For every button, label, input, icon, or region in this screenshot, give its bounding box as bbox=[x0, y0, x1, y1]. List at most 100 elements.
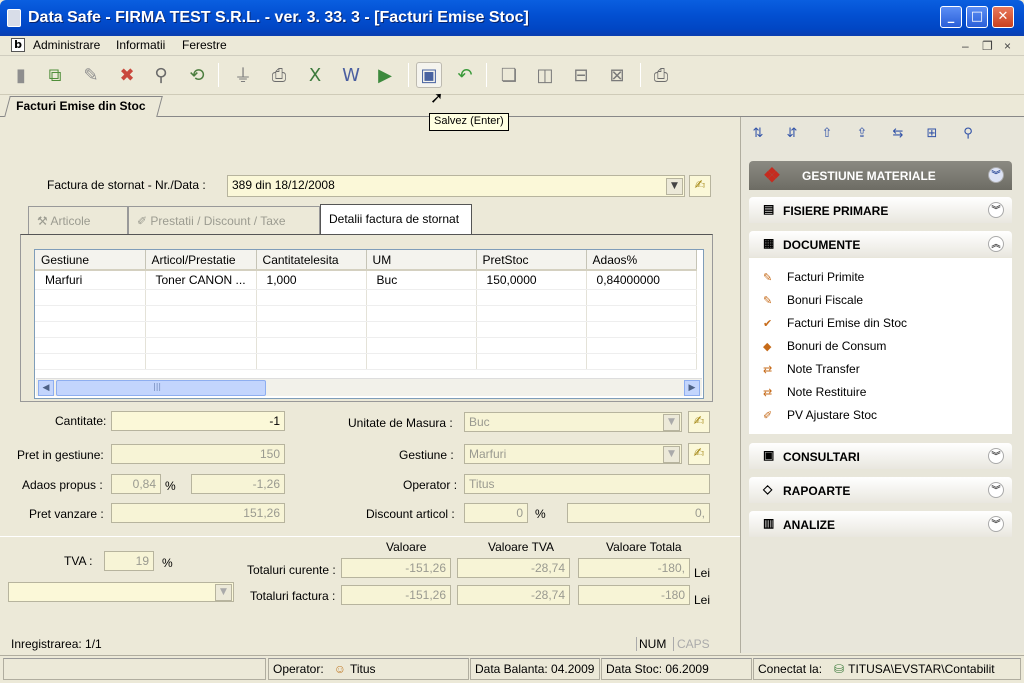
maximize-button[interactable]: □ bbox=[966, 6, 988, 28]
documente-item[interactable]: ⇄ Note Restituire bbox=[763, 385, 866, 399]
sort-asc-icon[interactable]: ⇅ bbox=[748, 126, 768, 146]
print-button[interactable]: ⎙ bbox=[266, 62, 292, 88]
table-cell[interactable] bbox=[366, 337, 477, 354]
mdi-close-button[interactable]: × bbox=[1004, 39, 1011, 53]
excel-button[interactable]: X bbox=[302, 62, 328, 88]
table-cell[interactable] bbox=[476, 289, 587, 306]
sort-desc-icon[interactable]: ⇵ bbox=[782, 126, 802, 146]
table-cell[interactable] bbox=[366, 321, 477, 338]
mdi-minimize-button[interactable]: – bbox=[962, 39, 969, 53]
expand-chevron-icon[interactable]: ︾ bbox=[988, 448, 1004, 464]
table-cell[interactable] bbox=[586, 337, 697, 354]
tab-detalii-factura[interactable]: Detalii factura de stornat bbox=[320, 204, 472, 235]
table-row[interactable] bbox=[35, 305, 697, 322]
table-cell[interactable]: 1,000 bbox=[256, 270, 367, 290]
pret-gestiune-field[interactable]: 150 bbox=[111, 444, 285, 464]
table-cell[interactable] bbox=[256, 353, 367, 370]
group-rapoarte[interactable]: ◇ RAPOARTE ︾ bbox=[749, 477, 1012, 503]
table-cell[interactable] bbox=[256, 305, 367, 322]
documente-item[interactable]: ✔ Facturi Emise din Stoc bbox=[763, 316, 907, 330]
word-button[interactable]: W bbox=[338, 62, 364, 88]
move-up-icon[interactable]: ⇪ bbox=[852, 126, 872, 146]
move-first-icon[interactable]: ⇧ bbox=[817, 126, 837, 146]
table-cell[interactable] bbox=[256, 337, 367, 354]
tva-type-select[interactable] bbox=[8, 582, 234, 602]
minimize-button[interactable]: _ bbox=[940, 6, 962, 28]
column-header[interactable]: Cantitatelesita bbox=[256, 250, 367, 271]
close-windows-button[interactable]: ⊠ bbox=[604, 62, 630, 88]
adaos-value-field[interactable]: -1,26 bbox=[191, 474, 285, 494]
discount-value-field[interactable]: 0, bbox=[567, 503, 710, 523]
new-button[interactable]: ▮ bbox=[8, 62, 34, 88]
table-cell[interactable] bbox=[586, 305, 697, 322]
gestiune-materiale-header[interactable]: ❖ GESTIUNE MATERIALE ︾ bbox=[749, 161, 1012, 190]
documente-item[interactable]: ✎ Facturi Primite bbox=[763, 270, 864, 284]
factura-valoare-field[interactable]: -151,26 bbox=[341, 585, 451, 605]
group-analize[interactable]: ▥ ANALIZE ︾ bbox=[749, 511, 1012, 537]
table-row[interactable] bbox=[35, 353, 697, 370]
table-cell[interactable] bbox=[145, 353, 257, 370]
scroll-left-icon[interactable]: ◀ bbox=[38, 380, 54, 396]
tva-type-dropdown-arrow-icon[interactable]: ▼ bbox=[215, 584, 232, 601]
documente-item[interactable]: ⇄ Note Transfer bbox=[763, 362, 860, 376]
column-header[interactable]: PretStoc bbox=[476, 250, 587, 271]
horizontal-scrollbar[interactable]: ◀ ||| ▶ bbox=[36, 378, 702, 396]
column-header[interactable]: UM bbox=[366, 250, 477, 271]
tva-field[interactable]: 19 bbox=[104, 551, 154, 571]
filter-button[interactable]: ⏚ bbox=[230, 62, 256, 88]
table-cell[interactable] bbox=[476, 337, 587, 354]
app-icon[interactable] bbox=[7, 9, 21, 27]
search-button[interactable]: ⚲ bbox=[148, 62, 174, 88]
table-cell[interactable] bbox=[256, 289, 367, 306]
table-cell[interactable] bbox=[35, 289, 146, 306]
menu-administrare[interactable]: Administrare bbox=[33, 38, 100, 52]
operator-field[interactable]: Titus bbox=[464, 474, 710, 494]
table-cell[interactable] bbox=[145, 337, 257, 354]
go-button[interactable]: ▶ bbox=[372, 62, 398, 88]
undo-button[interactable]: ↶ bbox=[452, 62, 478, 88]
table-cell[interactable] bbox=[35, 305, 146, 322]
group-consultari[interactable]: ▣ CONSULTARI ︾ bbox=[749, 443, 1012, 469]
collapse-header-icon[interactable]: ︾ bbox=[988, 167, 1004, 183]
table-cell[interactable] bbox=[35, 321, 146, 338]
table-cell[interactable] bbox=[35, 337, 146, 354]
group-documente[interactable]: ▦ DOCUMENTE ︽ bbox=[749, 231, 1012, 257]
expand-chevron-icon[interactable]: ︾ bbox=[988, 202, 1004, 218]
table-cell[interactable] bbox=[145, 289, 257, 306]
edit-button[interactable]: ✎ bbox=[78, 62, 104, 88]
table-cell[interactable]: Buc bbox=[366, 270, 477, 290]
documente-item[interactable]: ◆ Bonuri de Consum bbox=[763, 339, 886, 353]
curente-tva-field[interactable]: -28,74 bbox=[457, 558, 570, 578]
refresh-button[interactable]: ⟲ bbox=[184, 62, 210, 88]
tile-horizontal-button[interactable]: ⊟ bbox=[568, 62, 594, 88]
table-cell[interactable] bbox=[476, 305, 587, 322]
adaos-percent-field[interactable]: 0,84 bbox=[111, 474, 161, 494]
table-row[interactable] bbox=[35, 337, 697, 354]
collapse-chevron-icon[interactable]: ︽ bbox=[988, 236, 1004, 252]
cascade-button[interactable]: ❏ bbox=[496, 62, 522, 88]
table-cell[interactable]: 0,84000000 bbox=[586, 270, 697, 290]
factura-tva-field[interactable]: -28,74 bbox=[457, 585, 570, 605]
items-grid[interactable]: Gestiune Articol/Prestatie Cantitatelesita… bbox=[34, 249, 704, 399]
table-cell[interactable] bbox=[476, 353, 587, 370]
um-select[interactable]: Buc bbox=[464, 412, 682, 432]
factura-total-field[interactable]: -180 bbox=[578, 585, 690, 605]
curente-valoare-field[interactable]: -151,26 bbox=[341, 558, 451, 578]
tile-vertical-button[interactable]: ◫ bbox=[532, 62, 558, 88]
gestiune-picker-button[interactable]: ✍ bbox=[688, 443, 710, 465]
table-cell[interactable] bbox=[35, 353, 146, 370]
cantitate-field[interactable]: -1 bbox=[111, 411, 285, 431]
table-cell[interactable] bbox=[366, 353, 477, 370]
tab-facturi-emise[interactable]: Facturi Emise din Stoc bbox=[4, 96, 164, 117]
table-cell[interactable] bbox=[366, 305, 477, 322]
table-cell[interactable] bbox=[586, 289, 697, 306]
expand-chevron-icon[interactable]: ︾ bbox=[988, 516, 1004, 532]
grid-view-icon[interactable]: ⊞ bbox=[922, 126, 942, 146]
table-cell[interactable] bbox=[586, 321, 697, 338]
close-button[interactable]: ✕ bbox=[992, 6, 1014, 28]
um-dropdown-arrow-icon[interactable]: ▼ bbox=[663, 414, 680, 431]
search-panel-icon[interactable]: ⚲ bbox=[958, 126, 978, 146]
table-cell[interactable] bbox=[145, 321, 257, 338]
expand-chevron-icon[interactable]: ︾ bbox=[988, 482, 1004, 498]
documente-item[interactable]: ✎ Bonuri Fiscale bbox=[763, 293, 863, 307]
